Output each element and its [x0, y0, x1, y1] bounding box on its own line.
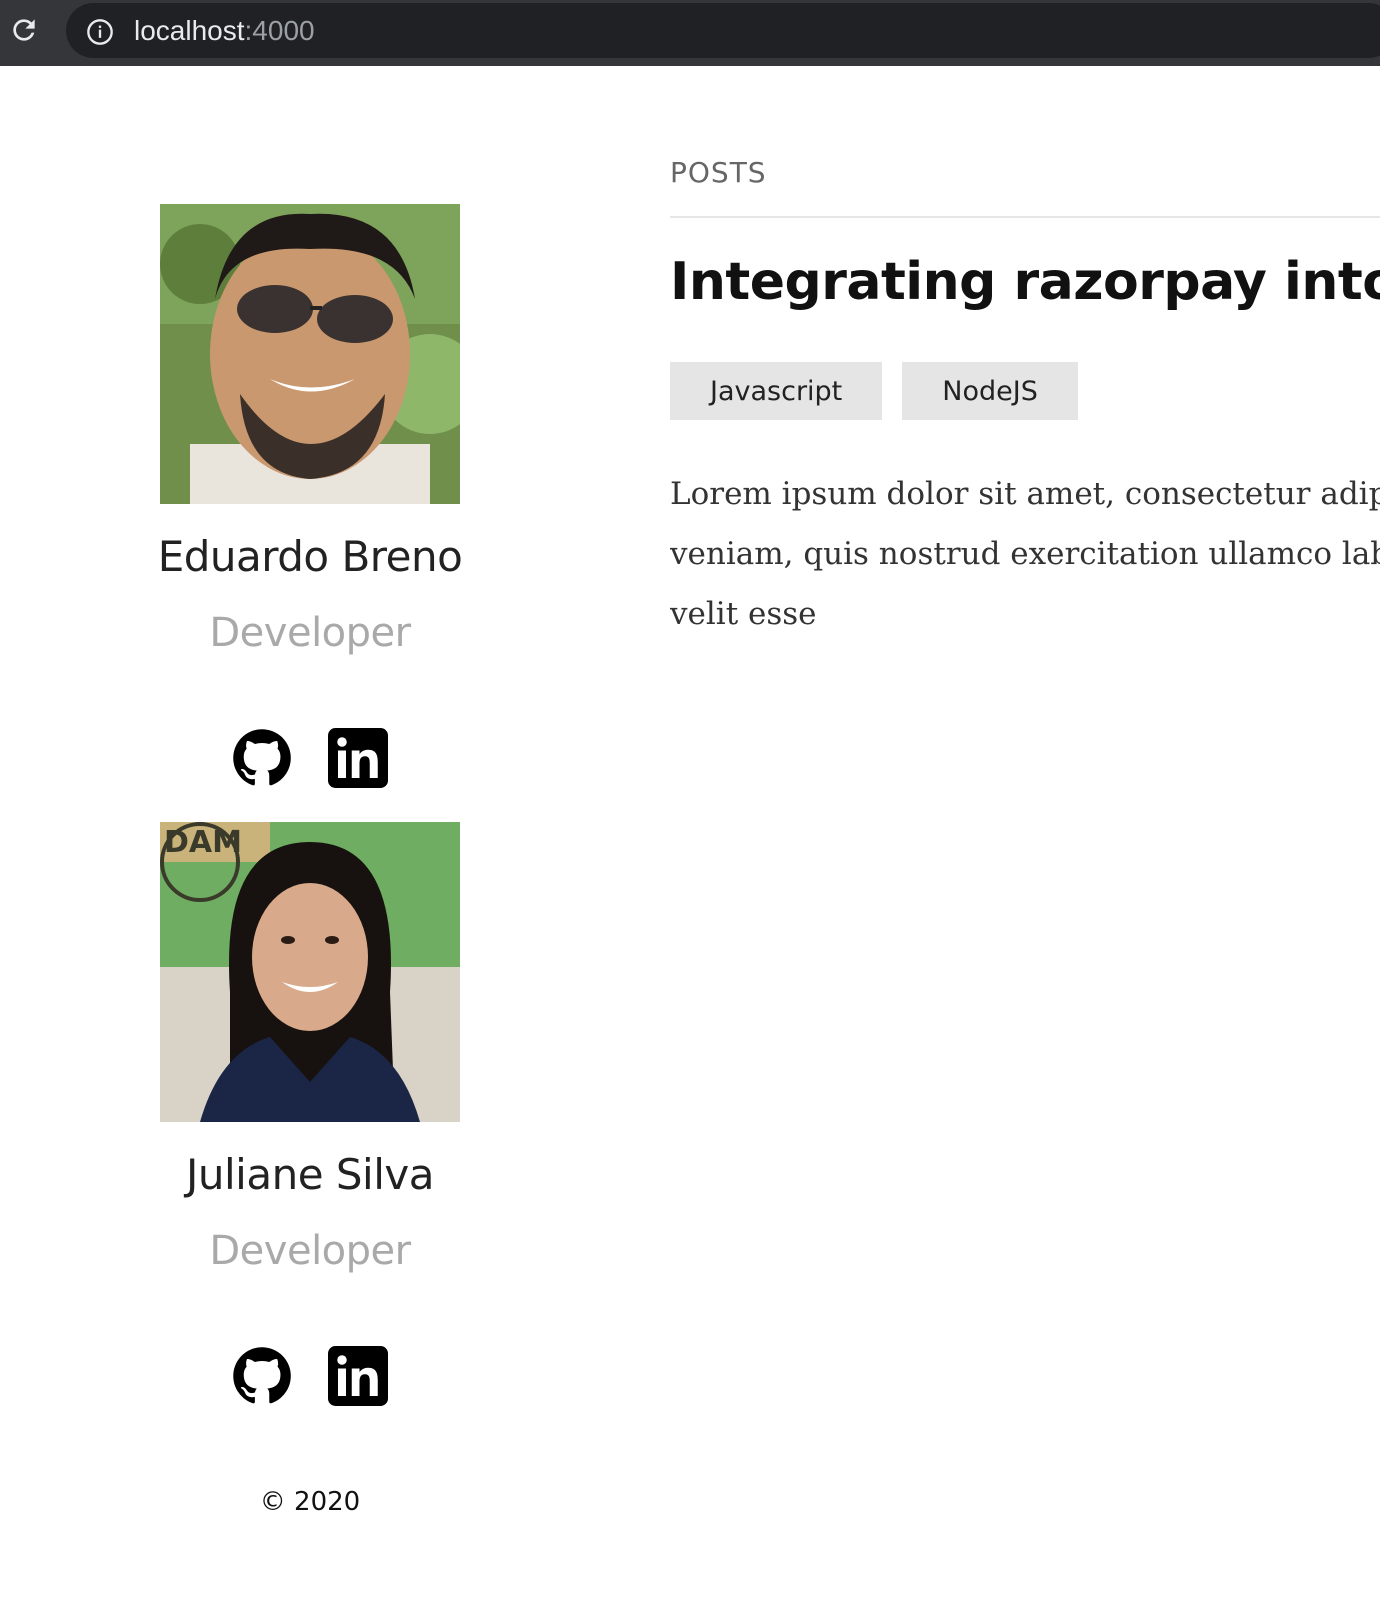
url-port: :4000: [244, 15, 315, 46]
linkedin-icon: [328, 1346, 388, 1406]
tag-nodejs[interactable]: NodeJS: [902, 362, 1078, 420]
copyright: © 2020: [259, 1487, 361, 1517]
github-link[interactable]: [232, 728, 292, 788]
excerpt-line: veniam, quis nostrud exercitation ullamc…: [670, 536, 1380, 572]
excerpt-line: velit esse: [670, 596, 817, 632]
author-name: Eduardo Breno: [157, 532, 463, 581]
address-bar[interactable]: localhost:4000: [66, 3, 1380, 58]
posts-section: POSTS Integrating razorpay into yo Javas…: [670, 66, 1380, 1622]
info-icon[interactable]: [86, 18, 114, 46]
author-avatar: [160, 204, 460, 504]
sidebar: Eduardo Breno Developer DAM Juliane Silv…: [0, 66, 620, 1622]
linkedin-icon: [328, 728, 388, 788]
github-link[interactable]: [232, 1346, 292, 1406]
github-icon: [233, 729, 291, 786]
post-tags: Javascript NodeJS: [670, 362, 1078, 420]
url-host: localhost: [134, 15, 245, 46]
divider: [670, 216, 1380, 218]
reload-icon: [13, 19, 35, 41]
tag-javascript[interactable]: Javascript: [670, 362, 883, 420]
github-icon: [233, 1347, 291, 1404]
linkedin-link[interactable]: [328, 1346, 388, 1406]
post-title-link[interactable]: Integrating razorpay into yo: [670, 250, 1380, 314]
excerpt-line: Lorem ipsum dolor sit amet, consectetur …: [670, 476, 1380, 512]
author-name: Juliane Silva: [186, 1150, 434, 1199]
post-excerpt: Lorem ipsum dolor sit amet, consectetur …: [670, 464, 1380, 644]
url-text[interactable]: localhost:4000: [134, 15, 315, 47]
section-title: POSTS: [670, 156, 767, 189]
author-avatar: DAM: [160, 822, 460, 1122]
reload-button[interactable]: [4, 10, 44, 50]
author-role: Developer: [209, 1228, 411, 1274]
browser-toolbar: localhost:4000: [0, 0, 1380, 66]
linkedin-link[interactable]: [328, 728, 388, 788]
author-role: Developer: [209, 610, 411, 656]
